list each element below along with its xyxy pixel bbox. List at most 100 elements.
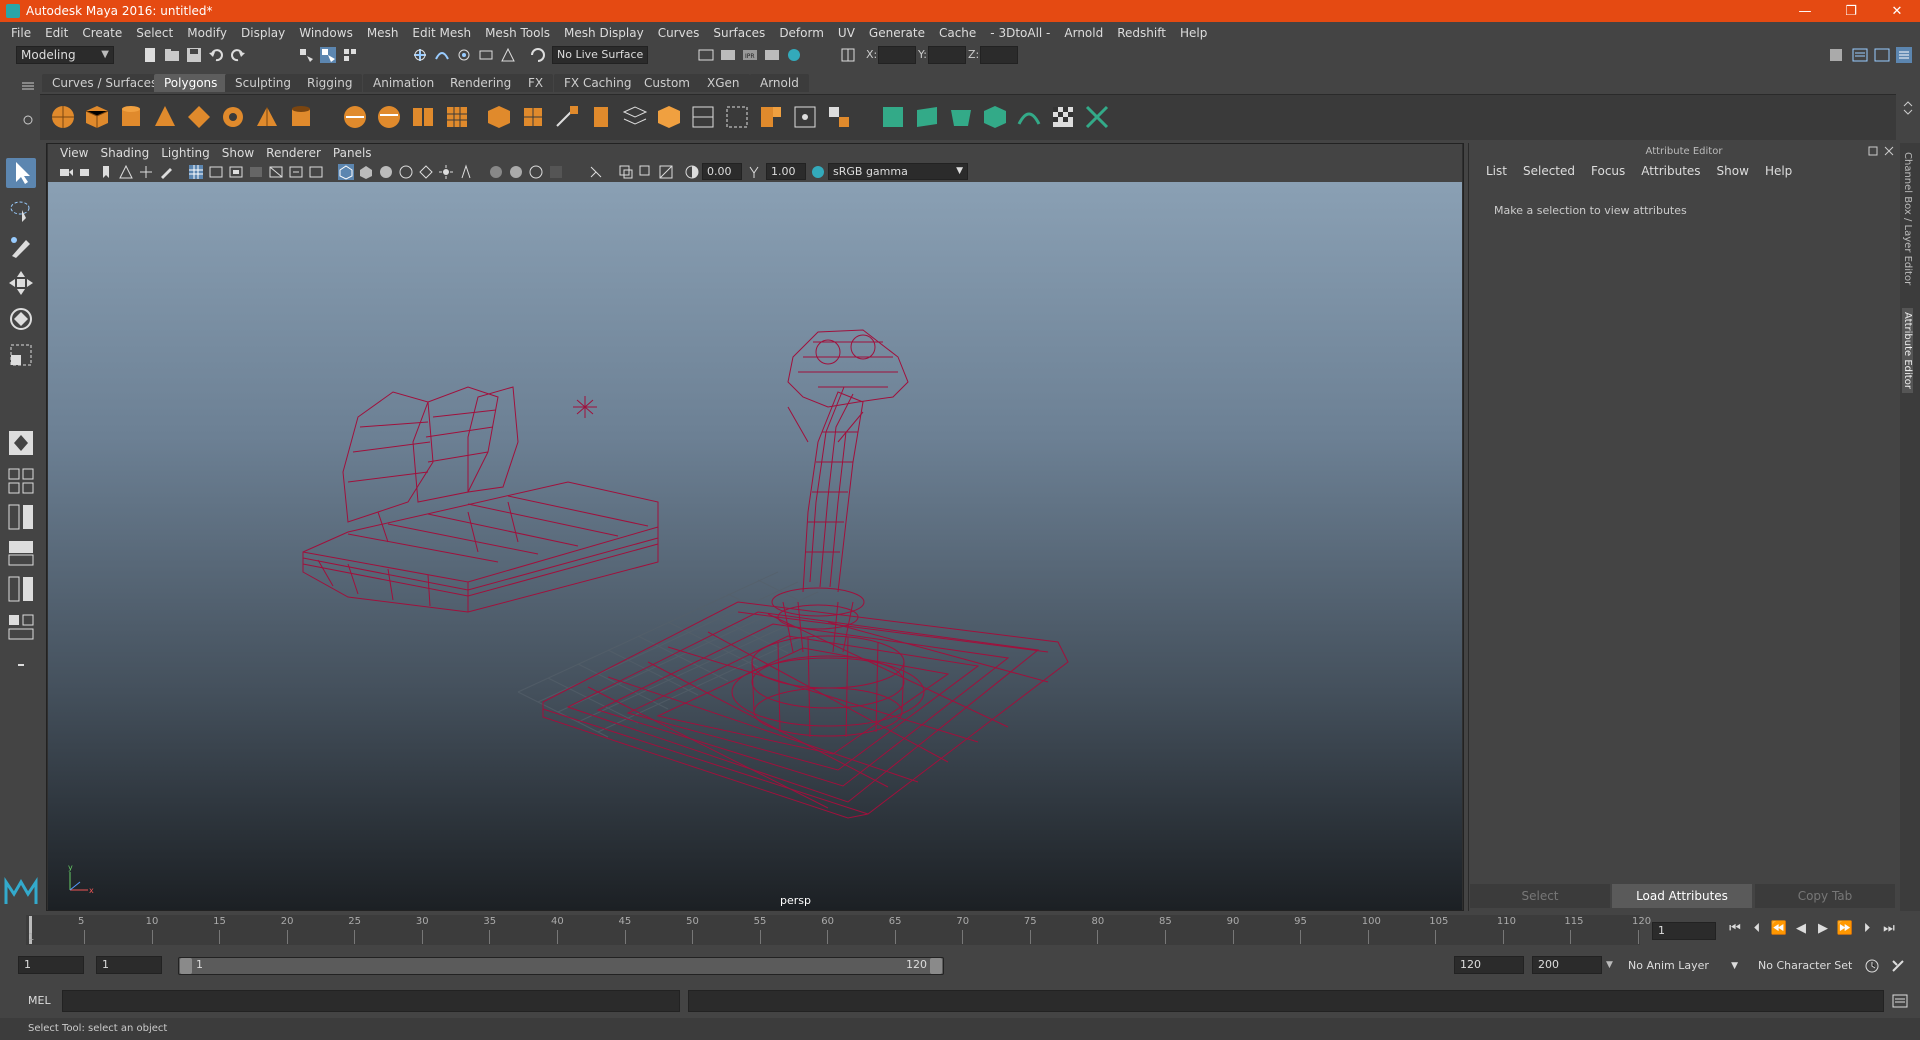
menu-3dtoall[interactable]: - 3DtoAll - bbox=[983, 26, 1057, 40]
restore-button[interactable]: ❐ bbox=[1828, 0, 1874, 22]
snap-point-icon[interactable] bbox=[456, 47, 472, 63]
attr-menu-help[interactable]: Help bbox=[1757, 164, 1800, 178]
persp-relationship-layout-icon[interactable] bbox=[6, 612, 36, 642]
close-panel-icon[interactable] bbox=[1884, 146, 1894, 156]
live-surface-field[interactable]: No Live Surface bbox=[552, 46, 648, 64]
shelf-menu-icon[interactable] bbox=[20, 78, 36, 94]
tab-custom[interactable]: Custom bbox=[634, 74, 700, 92]
wireframe-shading-icon[interactable] bbox=[338, 164, 354, 180]
attr-menu-selected[interactable]: Selected bbox=[1515, 164, 1583, 178]
wireframe-on-shaded-icon[interactable] bbox=[398, 164, 414, 180]
poly-sphere-icon[interactable] bbox=[50, 104, 76, 130]
save-scene-icon[interactable] bbox=[186, 47, 202, 63]
tab-fx-caching[interactable]: FX Caching bbox=[554, 74, 642, 92]
channel-box-tab[interactable]: Channel Box / Layer Editor bbox=[1902, 152, 1913, 285]
insert-edge-loop-icon[interactable] bbox=[724, 104, 750, 130]
viewport-menu-panels[interactable]: Panels bbox=[327, 146, 378, 160]
safe-title-icon[interactable] bbox=[308, 164, 324, 180]
new-scene-icon[interactable] bbox=[142, 47, 158, 63]
uv-automatic-icon[interactable] bbox=[982, 104, 1008, 130]
tab-arnold[interactable]: Arnold bbox=[750, 74, 809, 92]
grid-toggle-icon[interactable] bbox=[188, 164, 204, 180]
uv-cylindrical-icon[interactable] bbox=[914, 104, 940, 130]
xray-icon[interactable] bbox=[618, 164, 634, 180]
motion-blur-icon[interactable] bbox=[508, 164, 524, 180]
undo-icon[interactable] bbox=[208, 47, 224, 63]
mel-command-input[interactable] bbox=[62, 990, 680, 1012]
menu-mesh[interactable]: Mesh bbox=[360, 26, 406, 40]
layout-menu-icon[interactable] bbox=[6, 650, 36, 680]
quad-draw-icon[interactable] bbox=[792, 104, 818, 130]
float-panel-icon[interactable] bbox=[1868, 146, 1878, 156]
menu-modify[interactable]: Modify bbox=[180, 26, 234, 40]
menu-select[interactable]: Select bbox=[129, 26, 180, 40]
uv-unfold-icon[interactable] bbox=[1016, 104, 1042, 130]
redo-icon[interactable] bbox=[230, 47, 246, 63]
poly-cube-icon[interactable] bbox=[84, 104, 110, 130]
menu-windows[interactable]: Windows bbox=[292, 26, 360, 40]
menu-edit[interactable]: Edit bbox=[38, 26, 75, 40]
animation-preferences-icon[interactable] bbox=[1890, 958, 1906, 974]
tool-settings-icon[interactable] bbox=[1874, 47, 1890, 63]
lighting-icon[interactable] bbox=[438, 164, 454, 180]
film-gate-icon[interactable] bbox=[208, 164, 224, 180]
menu-generate[interactable]: Generate bbox=[862, 26, 932, 40]
shelf-options-icon[interactable] bbox=[20, 112, 36, 128]
range-start-field[interactable]: 1 bbox=[18, 956, 84, 974]
render-settings-icon[interactable] bbox=[764, 47, 780, 63]
menu-surfaces[interactable]: Surfaces bbox=[706, 26, 772, 40]
select-hierarchy-icon[interactable] bbox=[298, 47, 314, 63]
bridge-icon[interactable] bbox=[554, 104, 580, 130]
four-view-layout-icon[interactable] bbox=[6, 466, 36, 496]
range-slider[interactable] bbox=[178, 957, 944, 975]
exposure-icon[interactable] bbox=[684, 164, 700, 180]
isolate-select-icon[interactable] bbox=[588, 164, 604, 180]
connect-icon[interactable] bbox=[690, 104, 716, 130]
target-weld-icon[interactable] bbox=[656, 104, 682, 130]
current-frame-field[interactable]: 1 bbox=[1652, 922, 1716, 940]
z-coord-field[interactable] bbox=[980, 46, 1018, 64]
smooth-icon[interactable] bbox=[444, 104, 470, 130]
menu-mesh-tools[interactable]: Mesh Tools bbox=[478, 26, 557, 40]
select-camera-icon[interactable] bbox=[58, 164, 74, 180]
select-button[interactable]: Select bbox=[1470, 884, 1610, 908]
select-component-icon[interactable] bbox=[342, 47, 358, 63]
boolean-icon[interactable] bbox=[486, 104, 512, 130]
copy-tab-button[interactable]: Copy Tab bbox=[1755, 884, 1895, 908]
anti-aliasing-icon[interactable] bbox=[528, 164, 544, 180]
step-forward-frame-icon[interactable]: ⏵ bbox=[1856, 921, 1878, 936]
menu-curves[interactable]: Curves bbox=[651, 26, 707, 40]
auto-key-icon[interactable] bbox=[1864, 958, 1880, 974]
go-to-start-icon[interactable]: ⏮ bbox=[1724, 921, 1746, 936]
menu-arnold[interactable]: Arnold bbox=[1057, 26, 1110, 40]
screen-space-ao-icon[interactable] bbox=[488, 164, 504, 180]
menu-help[interactable]: Help bbox=[1173, 26, 1214, 40]
poly-pyramid-icon[interactable] bbox=[254, 104, 280, 130]
rotate-tool-icon[interactable] bbox=[6, 304, 36, 334]
camera-attributes-icon[interactable] bbox=[78, 164, 94, 180]
offset-edge-loop-icon[interactable] bbox=[758, 104, 784, 130]
image-plane-icon[interactable] bbox=[118, 164, 134, 180]
script-language-toggle[interactable]: MEL bbox=[28, 994, 51, 1007]
render-current-icon[interactable] bbox=[720, 47, 736, 63]
menu-uv[interactable]: UV bbox=[831, 26, 862, 40]
tab-rendering[interactable]: Rendering bbox=[440, 74, 522, 92]
persp-outliner-layout-icon[interactable] bbox=[6, 502, 36, 532]
2d-pan-zoom-icon[interactable] bbox=[138, 164, 154, 180]
script-editor-icon[interactable] bbox=[1892, 993, 1908, 1009]
uv-spherical-icon[interactable] bbox=[948, 104, 974, 130]
depth-of-field-icon[interactable] bbox=[548, 164, 564, 180]
persp-graph-layout-icon[interactable] bbox=[6, 538, 36, 568]
tab-sculpting[interactable]: Sculpting bbox=[225, 74, 302, 92]
tab-animation[interactable]: Animation bbox=[363, 74, 445, 92]
range-inner-start-field[interactable]: 1 bbox=[96, 956, 162, 974]
grease-pencil-icon[interactable] bbox=[158, 164, 174, 180]
viewport-menu-shading[interactable]: Shading bbox=[94, 146, 155, 160]
xray-components-icon[interactable] bbox=[658, 164, 674, 180]
shelf-scroll-icon[interactable] bbox=[1900, 100, 1916, 116]
menu-deform[interactable]: Deform bbox=[772, 26, 831, 40]
y-coord-field[interactable] bbox=[928, 46, 966, 64]
lasso-tool-icon[interactable] bbox=[6, 196, 36, 226]
bookmark-icon[interactable] bbox=[98, 164, 114, 180]
range-slider-start-handle[interactable] bbox=[180, 958, 192, 974]
